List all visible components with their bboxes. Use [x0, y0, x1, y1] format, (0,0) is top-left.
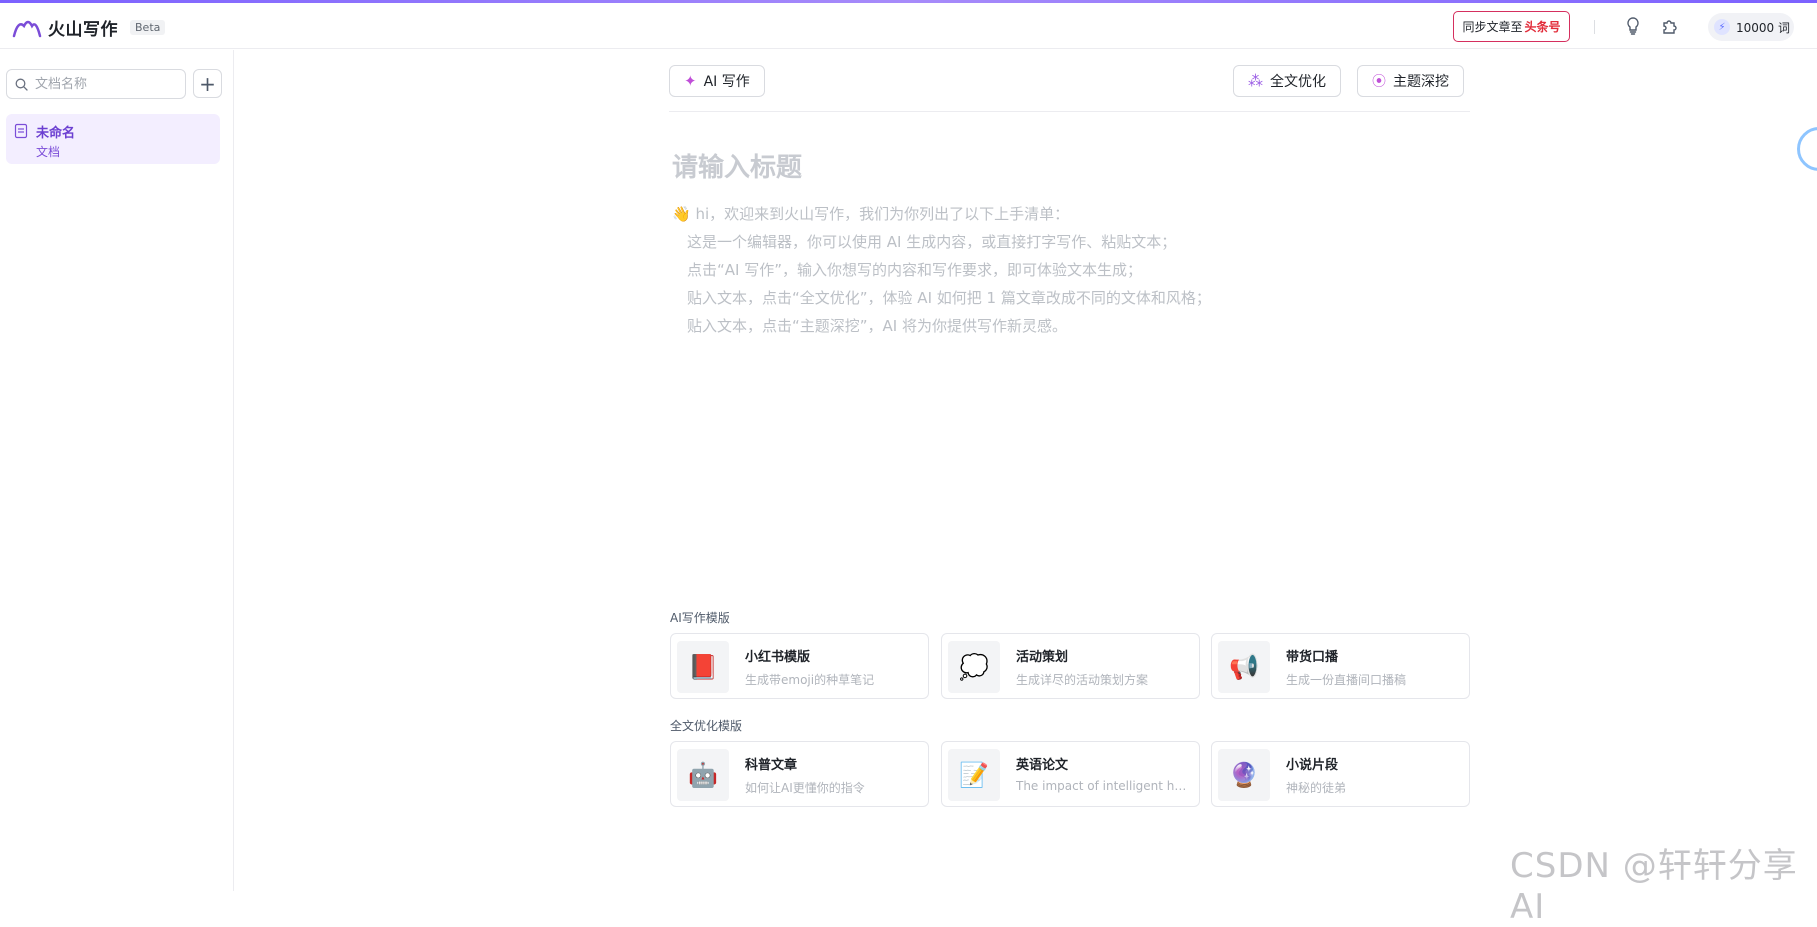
template-desc: The impact of intelligent hou…	[1016, 779, 1192, 793]
hint-line: 点击“AI 写作”，输入你想写的内容和写作要求，即可体验文本生成；	[687, 261, 1142, 279]
topic-dig-label: 主题深挖	[1393, 74, 1449, 90]
thought-bubble-icon: 💭	[948, 641, 1000, 693]
template-card-xiaohongshu[interactable]: 📕 小红书模版 生成带emoji的种草笔记	[670, 633, 929, 699]
template-name: 小红书模版	[745, 650, 811, 665]
template-card-english-paper[interactable]: 📝 英语论文 The impact of intelligent hou…	[941, 741, 1200, 807]
hint-line: 👋 hi，欢迎来到火山写作，我们为你列出了以下上手清单：	[672, 205, 1070, 223]
lightbulb-icon[interactable]	[1622, 15, 1644, 37]
header-divider	[1594, 20, 1595, 34]
ai-write-button[interactable]: ✦ AI 写作	[669, 65, 765, 97]
welcome-hints[interactable]: 👋 hi，欢迎来到火山写作，我们为你列出了以下上手清单： 这是一个编辑器，你可以…	[672, 200, 1211, 340]
template-desc: 生成详尽的活动策划方案	[1016, 673, 1149, 687]
template-name: 带货口播	[1286, 650, 1339, 665]
template-name: 科普文章	[745, 758, 798, 773]
red-book-icon: 📕	[677, 641, 729, 693]
template-desc: 神秘的徒弟	[1286, 781, 1347, 795]
document-icon	[14, 123, 28, 139]
bolt-icon: ⚡	[1714, 19, 1730, 35]
floating-assistant-button[interactable]	[1797, 127, 1817, 171]
optimize-template-section-label: 全文优化模版	[670, 719, 743, 733]
ai-write-label: AI 写作	[703, 74, 750, 90]
hint-line: 这是一个编辑器，你可以使用 AI 生成内容，或直接打字写作、粘贴文本；	[687, 233, 1177, 251]
template-card-novel[interactable]: 🔮 小说片段 神秘的徒弟	[1211, 741, 1470, 807]
volcano-logo-icon	[12, 20, 42, 37]
doc-title: 未命名	[36, 126, 76, 141]
full-optimize-label: 全文优化	[1270, 74, 1326, 90]
doc-search[interactable]	[6, 69, 186, 99]
template-name: 活动策划	[1016, 650, 1069, 665]
search-icon	[15, 78, 28, 91]
plus-icon: +	[199, 71, 216, 96]
megaphone-icon: 📢	[1218, 641, 1270, 693]
template-desc: 生成一份直播间口播稿	[1286, 673, 1407, 687]
beta-badge: Beta	[130, 20, 166, 35]
full-optimize-button[interactable]: ⁂ 全文优化	[1233, 65, 1341, 97]
ai-template-section-label: AI写作模版	[670, 611, 730, 625]
sparkle-icon: ✦	[684, 72, 697, 90]
word-quota[interactable]: ⚡ 10000 词	[1708, 13, 1794, 41]
app-header: 火山写作 Beta 同步文章至 头条号 ⚡ 10000 词	[0, 3, 1817, 49]
template-card-science[interactable]: 🤖 科普文章 如何让AI更懂你的指令	[670, 741, 929, 807]
add-doc-button[interactable]: +	[193, 69, 222, 98]
location-pin-icon: ⦿	[1372, 74, 1386, 90]
sync-prefix: 同步文章至	[1462, 20, 1523, 34]
waving-hand-icon: 👋	[672, 205, 691, 223]
topic-dig-button[interactable]: ⦿ 主题深挖	[1357, 65, 1464, 97]
doc-list-item[interactable]: 未命名 文档	[6, 114, 220, 164]
template-name: 小说片段	[1286, 758, 1339, 773]
brand-name: 火山写作	[48, 20, 118, 40]
toolbar-divider	[669, 111, 1470, 112]
sync-target: 头条号	[1524, 20, 1561, 34]
title-placeholder[interactable]: 请输入标题	[672, 147, 802, 184]
template-name: 英语论文	[1016, 758, 1069, 773]
memo-icon: 📝	[948, 749, 1000, 801]
plugin-icon[interactable]	[1658, 15, 1680, 37]
doc-type: 文档	[36, 145, 61, 159]
robot-icon: 🤖	[677, 749, 729, 801]
template-card-live-script[interactable]: 📢 带货口播 生成一份直播间口播稿	[1211, 633, 1470, 699]
watermark: CSDN @轩轩分享AI	[1510, 846, 1798, 927]
search-input[interactable]	[33, 75, 173, 93]
sidebar: + 未命名 文档	[0, 50, 234, 891]
template-desc: 如何让AI更懂你的指令	[745, 781, 865, 795]
hint-line: 贴入文本，点击“全文优化”，体验 AI 如何把 1 篇文章改成不同的文体和风格；	[687, 289, 1211, 307]
sync-to-toutiao-button[interactable]: 同步文章至 头条号	[1453, 11, 1570, 42]
template-desc: 生成带emoji的种草笔记	[745, 673, 875, 687]
magic-wand-icon: ⁂	[1248, 72, 1263, 90]
crystal-ball-icon: 🔮	[1218, 749, 1270, 801]
quota-text: 10000 词	[1736, 20, 1790, 35]
template-card-event-plan[interactable]: 💭 活动策划 生成详尽的活动策划方案	[941, 633, 1200, 699]
hint-line: 贴入文本，点击“主题深挖”，AI 将为你提供写作新灵感。	[687, 317, 1067, 335]
brand[interactable]: 火山写作 Beta	[12, 15, 166, 40]
